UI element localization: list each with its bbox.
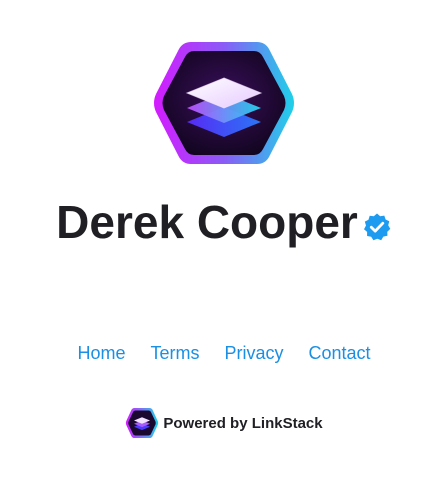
footer-nav: Home Terms Privacy Contact [0,340,448,366]
nav-privacy-link[interactable]: Privacy [224,343,283,364]
profile-name: Derek Cooper [56,196,358,248]
linkstack-logo-icon [126,408,159,438]
nav-terms-link[interactable]: Terms [150,343,199,364]
verified-badge-icon [363,213,391,241]
nav-home-link[interactable]: Home [77,343,125,364]
profile-header: Derek Cooper [0,192,448,252]
powered-by-text: Powered by LinkStack [163,414,323,432]
avatar [154,42,294,164]
nav-contact-link[interactable]: Contact [308,343,370,364]
profile-page: Derek Cooper Home Terms Privacy Contact … [0,0,448,487]
powered-by-link[interactable]: Powered by LinkStack [0,406,448,440]
